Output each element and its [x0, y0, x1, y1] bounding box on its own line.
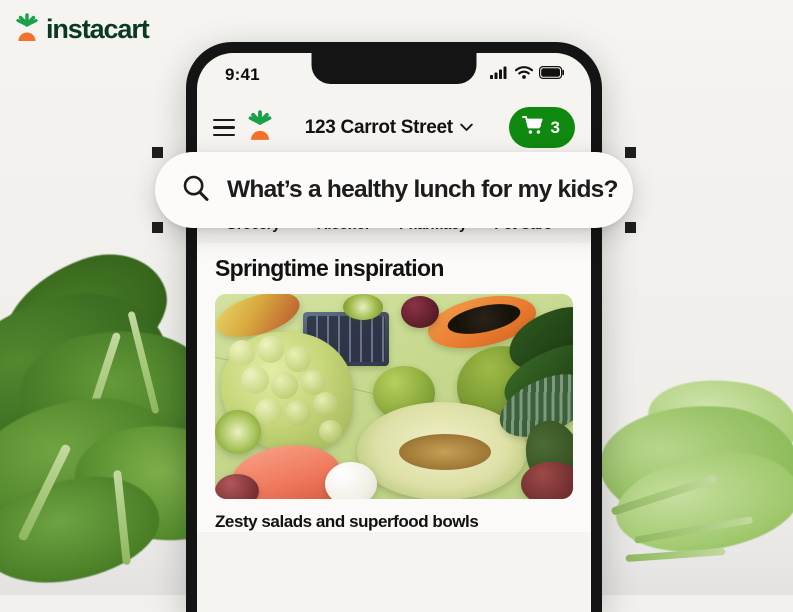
photo-detail	[399, 434, 491, 470]
status-time: 9:41	[225, 65, 260, 84]
cellular-signal-icon	[490, 66, 509, 84]
photo-detail	[285, 400, 311, 426]
instacart-logo: instacart	[14, 12, 150, 47]
search-input[interactable]: What’s a healthy lunch for my kids?	[155, 152, 633, 228]
cart-button[interactable]: 3	[508, 107, 575, 148]
main-content: Springtime inspiration Zesty salads and …	[197, 243, 591, 532]
section-title: Springtime inspiration	[215, 255, 444, 281]
inspiration-card-caption: Zesty salads and superfood bowls	[215, 512, 479, 531]
resize-handle-top-left[interactable]	[152, 147, 163, 158]
photo-detail	[313, 392, 338, 417]
carrot-icon	[14, 12, 40, 47]
resize-handle-top-right[interactable]	[625, 147, 636, 158]
address-label: 123 Carrot Street	[304, 116, 453, 138]
photo-detail	[319, 420, 342, 443]
photo-detail	[215, 410, 261, 454]
photo-detail	[285, 346, 311, 372]
photo-detail	[271, 372, 298, 399]
photo-detail	[255, 398, 282, 425]
photo-detail	[229, 340, 255, 366]
search-icon	[181, 173, 211, 208]
shopping-cart-icon	[521, 115, 544, 140]
photo-detail	[343, 294, 383, 320]
battery-icon	[539, 66, 565, 84]
brand-name: instacart	[46, 14, 150, 44]
photo-detail	[257, 336, 284, 363]
chevron-down-icon	[460, 120, 473, 135]
cart-item-count: 3	[550, 117, 560, 137]
resize-handle-bottom-right[interactable]	[625, 222, 636, 233]
inspiration-card-image[interactable]	[215, 294, 573, 499]
phone-notch	[311, 53, 477, 84]
phone-screen: 9:41 123 Carrot Street 3 Springtime insp…	[197, 53, 591, 612]
phone-mockup: 9:41 123 Carrot Street 3 Springtime insp…	[186, 42, 602, 612]
photo-detail	[325, 462, 377, 499]
photo-detail	[241, 366, 269, 394]
delivery-address-selector[interactable]: 123 Carrot Street	[279, 117, 499, 139]
photo-detail	[401, 296, 439, 328]
carrot-icon[interactable]	[245, 109, 275, 146]
search-overlay: What’s a healthy lunch for my kids?	[152, 147, 636, 233]
status-icon-group	[490, 66, 565, 84]
wifi-icon	[514, 66, 534, 84]
search-query-text: What’s a healthy lunch for my kids?	[227, 176, 619, 203]
resize-handle-bottom-left[interactable]	[152, 222, 163, 233]
hamburger-menu-icon[interactable]	[213, 118, 235, 137]
app-header: 123 Carrot Street 3	[197, 97, 591, 160]
